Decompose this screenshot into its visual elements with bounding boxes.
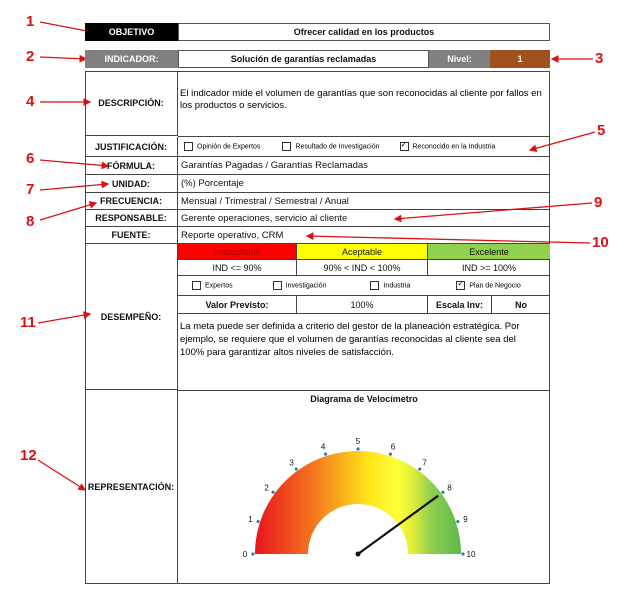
checkbox-icon[interactable]: [282, 142, 292, 151]
desemp-option-3[interactable]: Industria: [370, 281, 410, 290]
nivel-label: Nivel:: [429, 50, 490, 68]
representacion-label: REPRESENTACIÓN:: [85, 390, 178, 584]
checkbox-checked-icon[interactable]: [399, 140, 409, 151]
gauge-title: Diagrama de Velocímetro: [310, 394, 418, 404]
range-inaceptable: IND <= 90%: [178, 260, 297, 276]
gauge-tick-label: 8: [447, 484, 452, 493]
nivel-value: 1: [490, 50, 550, 68]
formula-label: FÓRMULA:: [85, 157, 178, 175]
gauge-tick-label: 2: [264, 484, 269, 493]
checkbox-icon[interactable]: [184, 142, 193, 151]
checkbox-checked-icon[interactable]: [456, 279, 466, 290]
checkbox-icon[interactable]: [370, 281, 380, 290]
objetivo-label: OBJETIVO: [85, 23, 178, 41]
level-excelente: Excelente: [428, 244, 550, 260]
checkbox-icon[interactable]: [192, 281, 201, 290]
gauge-tick-label: 9: [463, 515, 468, 524]
desemp-option-2[interactable]: Investigación: [272, 281, 326, 290]
responsable-value: Gerente operaciones, servicio al cliente: [178, 210, 550, 227]
gauge-tick-label: 7: [422, 459, 427, 468]
frecuencia-label: FRECUENCIA:: [85, 193, 178, 210]
gauge-tick-label: 4: [321, 443, 326, 452]
gauge-tick-label: 1: [248, 515, 253, 524]
gauge-tick-dot: [388, 452, 393, 456]
valor-previsto-value: 100%: [297, 296, 428, 314]
desempeno-label: DESEMPEÑO:: [85, 244, 178, 390]
gauge-tick-label: 6: [391, 443, 396, 452]
range-excelente: IND >= 100%: [428, 260, 550, 276]
gauge-tick-dot: [441, 490, 445, 494]
gauge-tick-label: 10: [467, 550, 476, 559]
indicador-value: Solución de garantías reclamadas: [178, 50, 429, 68]
fuente-label: FUENTE:: [85, 227, 178, 244]
checkbox-icon[interactable]: [272, 281, 282, 290]
gauge-hub: [355, 551, 361, 557]
gauge-tick-dot: [256, 519, 260, 524]
level-aceptable: Aceptable: [297, 244, 428, 260]
desempeno-nota: La meta puede ser definida a criterio de…: [180, 321, 520, 358]
gauge-tick-dot: [456, 519, 460, 524]
gauge-tick-label: 5: [356, 437, 361, 446]
responsable-label: RESPONSABLE:: [85, 210, 178, 227]
justif-option-2[interactable]: Resultado de Investigación: [282, 142, 380, 151]
gauge-tick-dot: [418, 467, 422, 471]
valor-previsto-label: Valor Previsto:: [178, 296, 297, 314]
gauge-tick-dot: [251, 552, 255, 556]
speedometer-gauge: 0 1 2 3 4 5 6 7 8 9 10: [243, 437, 476, 559]
level-inaceptable: Inaceptable: [178, 244, 297, 260]
desemp-option-4[interactable]: Plan de Negocio: [456, 279, 521, 290]
escala-inv-label: Escala Inv:: [428, 296, 492, 314]
gauge-tick-dot: [294, 467, 298, 471]
justificacion-label: JUSTIFICACIÓN:: [85, 137, 178, 157]
range-aceptable: 90% < IND < 100%: [297, 260, 428, 276]
gauge-tick-dot: [323, 452, 328, 456]
justif-option-3[interactable]: Reconocido en la Industria: [399, 140, 495, 151]
gauge-tick-label: 0: [243, 550, 248, 559]
gauge-tick-dot: [271, 490, 275, 494]
indicador-label: INDICADOR:: [85, 50, 178, 68]
fuente-value: Reporte operativo, CRM: [178, 227, 550, 244]
frecuencia-value: Mensual / Trimestral / Semestral / Anual: [178, 193, 550, 210]
descripcion-label: DESCRIPCIÓN:: [85, 71, 178, 136]
descripcion-value: El indicador mide el volumen de garantía…: [180, 88, 542, 111]
justificacion-options: Opinión de Expertos Resultado de Investi…: [178, 137, 550, 157]
unidad-label: UNIDAD:: [85, 175, 178, 193]
escala-inv-value: No: [492, 296, 550, 314]
justif-option-1[interactable]: Opinión de Expertos: [184, 142, 260, 151]
formula-value: Garantías Pagadas / Garantías Reclamadas: [178, 157, 550, 175]
desemp-option-1[interactable]: Expertos: [192, 281, 233, 290]
gauge-tick-dot: [461, 552, 465, 556]
gauge-tick-dot: [356, 447, 360, 451]
unidad-value: (%) Porcentaje: [178, 175, 550, 193]
objetivo-value: Ofrecer calidad en los productos: [178, 23, 550, 41]
gauge-tick-label: 3: [289, 459, 294, 468]
desempeno-options: Expertos Investigación Industria Plan de…: [178, 276, 550, 296]
